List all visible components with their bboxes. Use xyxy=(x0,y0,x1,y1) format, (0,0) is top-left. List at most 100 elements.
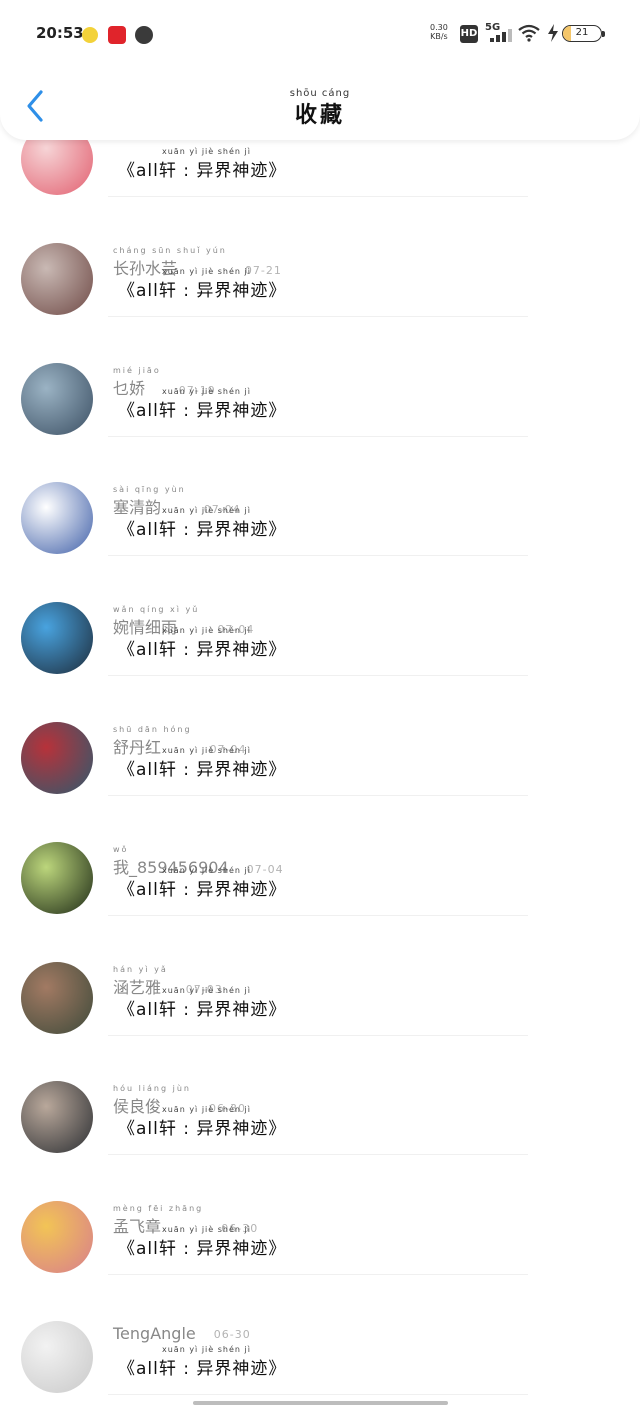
list-item[interactable]: shū dān hóng 舒丹红 07-04 xuān yì jiè shén jì 《… xyxy=(0,696,640,816)
book-title[interactable]: xuān yì jiè shén jì 《all轩 : 异界神迹》 xyxy=(118,626,286,660)
book-title-pinyin: xuān yì jiè shén jì xyxy=(162,1225,251,1234)
book-title[interactable]: xuān yì jiè shén jì 《all轩 : 异界神迹》 xyxy=(118,866,286,900)
network-speed: 0.30 KB/s xyxy=(430,23,448,41)
user-name[interactable]: TengAngle xyxy=(113,1324,196,1343)
book-title-text: 《all轩 : 异界神迹》 xyxy=(118,1359,287,1379)
book-title-pinyin: xuān yì jiè shén jì xyxy=(162,986,251,995)
row-divider xyxy=(108,436,528,437)
page-title-text: 收藏 xyxy=(294,103,345,128)
book-title-pinyin: xuān yì jiè shén jì xyxy=(162,1105,251,1114)
book-title[interactable]: xuān yì jiè shén jì 《all轩 : 异界神迹》 xyxy=(118,506,286,540)
row-divider xyxy=(108,196,528,197)
book-title-pinyin: xuān yì jiè shén jì xyxy=(162,746,251,755)
list-item[interactable]: TengAngle 06-30 xuān yì jiè shén jì 《all轩 :… xyxy=(0,1295,640,1415)
book-title-text: 《all轩 : 异界神迹》 xyxy=(118,1000,287,1020)
avatar[interactable] xyxy=(21,1321,93,1393)
book-title[interactable]: xuān yì jiè shén jì 《all轩 : 异界神迹》 xyxy=(118,147,286,181)
row-divider xyxy=(108,1154,528,1155)
book-title-text: 《all轩 : 异界神迹》 xyxy=(118,760,287,780)
user-name-text: TengAngle xyxy=(113,1324,196,1343)
list-item[interactable]: hán yì yǎ 涵艺雅 07-03 xuān yì jiè shén jì 《all… xyxy=(0,936,640,1056)
charging-icon xyxy=(548,24,558,42)
wifi-icon xyxy=(518,24,540,42)
status-time: 20:53 xyxy=(36,24,84,42)
signal-bar xyxy=(502,32,506,42)
book-title-pinyin: xuān yì jiè shén jì xyxy=(162,267,251,276)
avatar[interactable] xyxy=(21,1201,93,1273)
book-title[interactable]: xuān yì jiè shén jì 《all轩 : 异界神迹》 xyxy=(118,1105,286,1139)
avatar[interactable] xyxy=(21,1081,93,1153)
hd-badge: HD xyxy=(460,25,478,43)
row-divider xyxy=(108,555,528,556)
title-wrap: shōu cáng 收藏 xyxy=(0,88,640,129)
user-name-pinyin: mié jiāo xyxy=(113,366,161,375)
user-name-pinyin: shū dān hóng xyxy=(113,725,192,734)
avatar[interactable] xyxy=(21,243,93,315)
signal-bar xyxy=(508,29,512,42)
wechat-icon xyxy=(135,26,153,44)
row-divider xyxy=(108,1274,528,1275)
battery-percent: 21 xyxy=(575,27,589,38)
book-title-pinyin: xuān yì jiè shén jì xyxy=(162,1345,251,1354)
page-title: shōu cáng 收藏 xyxy=(290,88,351,129)
battery-tip xyxy=(602,31,605,37)
book-title[interactable]: xuān yì jiè shén jì 《all轩 : 异界神迹》 xyxy=(118,387,286,421)
book-title[interactable]: xuān yì jiè shén jì 《all轩 : 异界神迹》 xyxy=(118,986,286,1020)
signal-bar xyxy=(496,35,500,42)
status-bar: 20:53 0.30 KB/s HD 5G 21 xyxy=(0,0,640,66)
book-title-text: 《all轩 : 异界神迹》 xyxy=(118,1239,287,1259)
row-divider xyxy=(108,675,528,676)
book-title-text: 《all轩 : 异界神迹》 xyxy=(118,161,287,181)
row-divider xyxy=(108,915,528,916)
book-title[interactable]: xuān yì jiè shén jì 《all轩 : 异界神迹》 xyxy=(118,1225,286,1259)
list-item[interactable]: wǎn qíng xì yǔ 婉情细雨 07-04 xuān yì jiè shén … xyxy=(0,576,640,696)
book-title-pinyin: xuān yì jiè shén jì xyxy=(162,147,251,156)
book-title-text: 《all轩 : 异界神迹》 xyxy=(118,281,287,301)
book-title-pinyin: xuān yì jiè shén jì xyxy=(162,866,251,875)
avatar[interactable] xyxy=(21,722,93,794)
avatar[interactable] xyxy=(21,363,93,435)
row-divider xyxy=(108,316,528,317)
book-title[interactable]: xuān yì jiè shén jì 《all轩 : 异界神迹》 xyxy=(118,1345,286,1379)
home-indicator[interactable] xyxy=(193,1401,448,1405)
user-name-pinyin: wǎn qíng xì yǔ xyxy=(113,605,200,614)
top-bar: 20:53 0.30 KB/s HD 5G 21 shōu cáng 收藏 xyxy=(0,0,640,140)
book-title[interactable]: xuān yì jiè shén jì 《all轩 : 异界神迹》 xyxy=(118,746,286,780)
user-name-pinyin: wǒ xyxy=(113,845,129,854)
network-speed-value: 0.30 xyxy=(430,23,448,32)
book-title-pinyin: xuān yì jiè shén jì xyxy=(162,387,251,396)
favorite-date: 06-30 xyxy=(213,1328,251,1341)
book-title-pinyin: xuān yì jiè shén jì xyxy=(162,506,251,515)
list-item[interactable]: sài qīng yùn 塞清韵 07-04 xuān yì jiè shén jì 《… xyxy=(0,456,640,576)
book-title-pinyin: xuān yì jiè shén jì xyxy=(162,626,251,635)
book-title-text: 《all轩 : 异界神迹》 xyxy=(118,880,287,900)
user-name-pinyin: hán yì yǎ xyxy=(113,965,168,974)
signal-bar xyxy=(490,38,494,42)
network-speed-unit: KB/s xyxy=(430,32,448,41)
row-divider xyxy=(108,1035,528,1036)
user-name-pinyin: sài qīng yùn xyxy=(113,485,186,494)
network-type: 5G xyxy=(485,22,501,33)
row-divider xyxy=(108,1394,528,1395)
avatar[interactable] xyxy=(21,962,93,1034)
list-item[interactable]: hóu liáng jùn 侯良俊 06-30 xuān yì jiè shén jì… xyxy=(0,1055,640,1175)
row-divider xyxy=(108,795,528,796)
book-title-text: 《all轩 : 异界神迹》 xyxy=(118,401,287,421)
book-title-text: 《all轩 : 异界神迹》 xyxy=(118,520,287,540)
user-name-pinyin: hóu liáng jùn xyxy=(113,1084,191,1093)
list-item[interactable]: mié jiāo 乜娇 07-19 xuān yì jiè shén jì 《all轩 … xyxy=(0,337,640,457)
list-item[interactable]: cháng sūn shuǐ yún 长孙水芸 07-21 xuān yì jiè s… xyxy=(0,217,640,337)
battery-icon: 21 xyxy=(562,25,602,42)
book-title[interactable]: xuān yì jiè shén jì 《all轩 : 异界神迹》 xyxy=(118,267,286,301)
book-title-text: 《all轩 : 异界神迹》 xyxy=(118,1119,287,1139)
user-name-pinyin: cháng sūn shuǐ yún xyxy=(113,246,227,255)
notification-app-icon xyxy=(82,27,98,43)
avatar[interactable] xyxy=(21,842,93,914)
list-item[interactable]: mèng fēi zhāng 孟飞章 06-30 xuān yì jiè shén j… xyxy=(0,1175,640,1295)
user-name-pinyin: mèng fēi zhāng xyxy=(113,1204,204,1213)
avatar[interactable] xyxy=(21,602,93,674)
avatar[interactable] xyxy=(21,482,93,554)
book-title-text: 《all轩 : 异界神迹》 xyxy=(118,640,287,660)
notification-app-icon xyxy=(108,26,126,44)
list-item[interactable]: wǒ 我_859456904 07-04 xuān yì jiè shén jì 《al… xyxy=(0,816,640,936)
